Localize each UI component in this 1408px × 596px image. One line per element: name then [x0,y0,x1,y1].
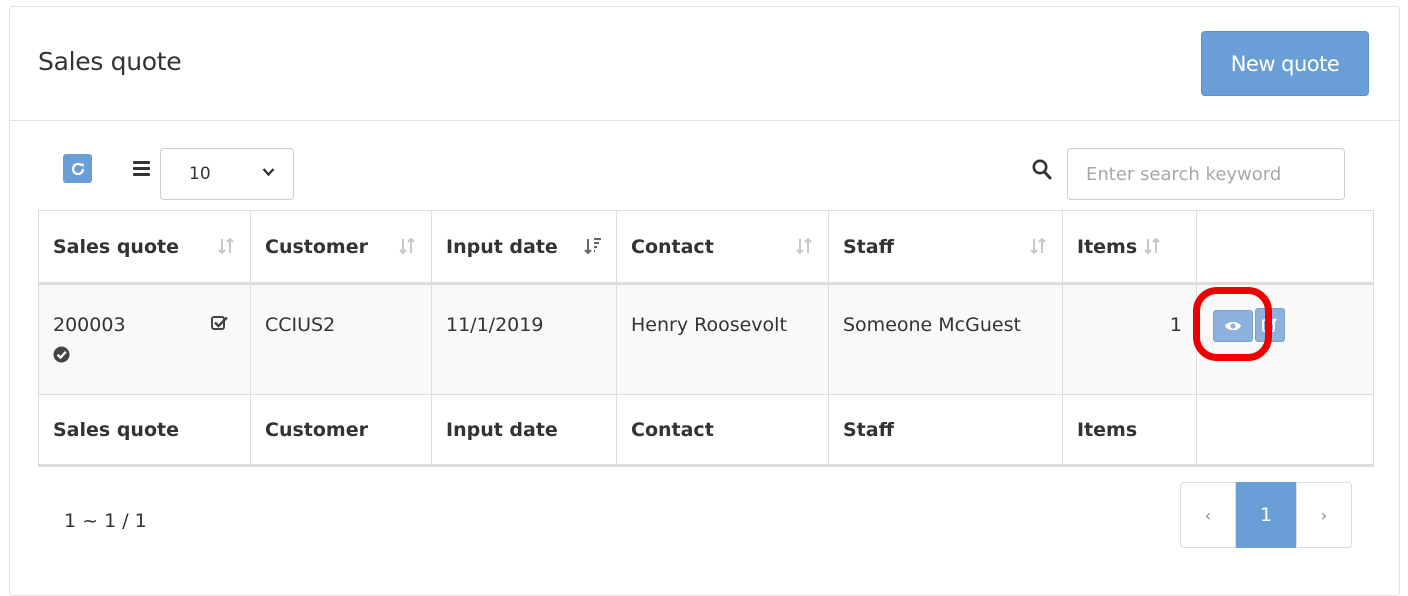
pagination-summary: 1 ~ 1 / 1 [64,510,147,532]
refresh-button[interactable] [63,154,92,183]
page-size-value: 10 [189,164,211,184]
page-size-select[interactable]: 10 [160,148,294,200]
column-header-items[interactable]: Items [1062,210,1197,285]
status-approved-icon [53,346,70,363]
sort-icon [399,237,415,255]
search-icon [1032,159,1052,180]
chevron-down-icon [262,168,275,177]
sales-quote-panel: Sales quote New quote 10 Enter search ke… [9,6,1400,596]
page-title: Sales quote [38,47,182,76]
sort-icon [796,237,812,255]
footer-contact: Contact [616,394,829,467]
pagination-page-1[interactable]: 1 [1236,482,1296,548]
sort-icon [1144,237,1160,255]
sort-icon [218,237,234,255]
sales-quote-table: Sales quote Customer Input date Contact … [38,210,1374,467]
footer-customer: Customer [250,394,432,467]
sort-descending-icon [584,238,601,255]
column-header-input-date[interactable]: Input date [431,210,617,285]
list-icon [133,161,150,176]
edit-icon [1262,318,1277,332]
cell-items: 1 [1062,283,1197,395]
cell-input-date: 11/1/2019 [431,283,617,395]
column-header-actions [1196,210,1374,285]
table-toolbar: 10 [10,147,1399,201]
view-button[interactable] [1213,310,1253,342]
new-quote-button[interactable]: New quote [1201,31,1369,96]
footer-input-date: Input date [431,394,617,467]
column-header-staff[interactable]: Staff [828,210,1063,285]
panel-header: Sales quote New quote [10,7,1399,121]
footer-items: Items [1062,394,1197,467]
cell-sales-quote: 200003 [38,283,251,395]
pagination-prev-button[interactable]: ‹ [1180,482,1236,548]
footer-sales-quote: Sales quote [38,394,251,467]
footer-staff: Staff [828,394,1063,467]
column-header-contact[interactable]: Contact [616,210,829,285]
edit-button[interactable] [1255,308,1285,342]
cell-actions [1193,283,1374,395]
cell-contact: Henry Roosevolt [616,283,829,395]
checkbox-checked-icon[interactable] [211,315,228,331]
search-input[interactable] [1067,148,1345,200]
eye-icon [1225,321,1241,331]
footer-actions [1196,394,1374,467]
table-footer-row: Sales quote Customer Input date Contact … [38,394,1374,467]
cell-staff: Someone McGuest [828,283,1063,395]
pagination: ‹ 1 › [1180,482,1352,548]
table-row: 200003 CCIUS2 11/1/2019 Henry Roosevolt … [38,283,1374,395]
refresh-icon [71,162,84,175]
table-header-row: Sales quote Customer Input date Contact … [38,210,1374,285]
sort-icon [1030,237,1046,255]
sales-quote-number[interactable]: 200003 [53,314,126,336]
column-header-customer[interactable]: Customer [250,210,432,285]
cell-customer: CCIUS2 [250,283,432,395]
column-header-sales-quote[interactable]: Sales quote [38,210,251,285]
pagination-next-button[interactable]: › [1296,482,1352,548]
